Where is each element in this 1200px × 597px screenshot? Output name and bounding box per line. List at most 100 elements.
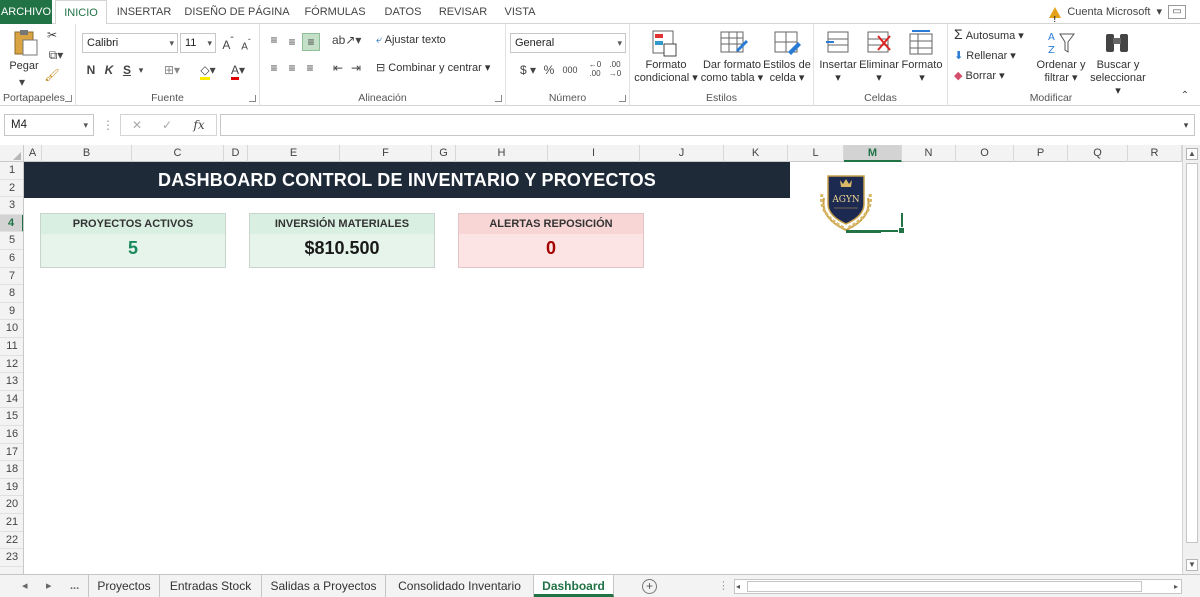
row-header[interactable]: 8	[0, 285, 23, 303]
scroll-left-icon[interactable]: ◂	[736, 580, 740, 593]
decrease-indent-icon[interactable]: ⇤	[330, 60, 346, 76]
tab-archivo[interactable]: ARCHIVO	[0, 0, 52, 24]
restore-icon[interactable]: ▭	[1168, 5, 1186, 19]
row-header[interactable]: 5	[0, 232, 23, 250]
conditional-format-button[interactable]: Formato condicional ▾	[632, 59, 700, 85]
column-header[interactable]: Q	[1068, 145, 1128, 162]
format-painter-icon[interactable]: 🖌	[44, 67, 60, 83]
format-button[interactable]: Formato ▾	[900, 59, 944, 85]
row-header[interactable]: 22	[0, 532, 23, 550]
sheet-tab-salidas-proyectos[interactable]: Salidas a Proyectos	[262, 575, 386, 597]
autosum-button[interactable]: Σ Autosuma ▾	[954, 27, 1024, 43]
row-header[interactable]: 3	[0, 197, 23, 215]
increase-decimal-icon[interactable]: ←0.00	[586, 60, 604, 78]
add-sheet-icon[interactable]: +	[642, 579, 657, 594]
tab-split-icon[interactable]: ⋮	[718, 578, 729, 594]
row-header[interactable]: 13	[0, 373, 23, 391]
grow-font-icon[interactable]: Aˆ	[220, 34, 236, 53]
alignment-launcher-icon[interactable]	[495, 95, 502, 102]
italic-button[interactable]: K	[102, 62, 116, 78]
column-header[interactable]: P	[1014, 145, 1068, 162]
tab-formulas[interactable]: FÓRMULAS	[298, 0, 372, 24]
row-header[interactable]: 20	[0, 496, 23, 514]
row-header[interactable]: 7	[0, 268, 23, 286]
row-header[interactable]: 6	[0, 250, 23, 268]
tab-diseno-pagina[interactable]: DISEÑO DE PÁGINA	[182, 0, 292, 24]
active-cell-selection[interactable]	[846, 213, 905, 234]
row-header[interactable]: 19	[0, 479, 23, 497]
copy-icon[interactable]: ⧉▾	[44, 47, 68, 63]
row-header[interactable]: 2	[0, 180, 23, 198]
sheet-tab-dashboard[interactable]: Dashboard	[534, 575, 614, 597]
scroll-up-icon[interactable]: ▲	[1186, 148, 1198, 160]
percent-button[interactable]: %	[542, 62, 556, 78]
cell-styles-button[interactable]: Estilos de celda ▾	[762, 59, 812, 85]
column-header[interactable]: L	[788, 145, 844, 162]
align-right-icon[interactable]: ≡	[302, 60, 318, 76]
tab-revisar[interactable]: REVISAR	[434, 0, 492, 24]
column-header[interactable]: O	[956, 145, 1014, 162]
sheet-tab-entradas-stock[interactable]: Entradas Stock	[160, 575, 262, 597]
sheet-tab-consolidado-inventario[interactable]: Consolidado Inventario	[386, 575, 534, 597]
vertical-scrollbar[interactable]: ▲ ▼	[1182, 145, 1200, 574]
thousands-button[interactable]: 000	[560, 62, 580, 78]
delete-button[interactable]: Eliminar ▾	[858, 59, 900, 85]
tab-insertar[interactable]: INSERTAR	[112, 0, 176, 24]
cut-icon[interactable]: ✂	[44, 27, 60, 43]
row-header[interactable]: 16	[0, 426, 23, 444]
next-sheet-icon[interactable]: ▸	[46, 578, 52, 594]
column-header[interactable]: R	[1128, 145, 1182, 162]
sort-filter-button[interactable]: Ordenar y filtrar ▾	[1034, 59, 1088, 85]
column-header[interactable]: B	[42, 145, 132, 162]
insert-function-icon[interactable]: fx	[189, 117, 209, 133]
scroll-thumb[interactable]	[1186, 163, 1198, 543]
column-header[interactable]: F	[340, 145, 432, 162]
cancel-icon[interactable]: ✕	[129, 117, 145, 133]
column-header[interactable]: N	[902, 145, 956, 162]
name-box[interactable]: M4	[4, 114, 94, 136]
column-header[interactable]: E	[248, 145, 340, 162]
clear-button[interactable]: ◆ Borrar ▾	[954, 70, 1005, 83]
tab-inicio[interactable]: INICIO	[55, 0, 107, 25]
bold-button[interactable]: N	[84, 62, 98, 78]
decrease-decimal-icon[interactable]: .00 →0	[606, 60, 624, 78]
merge-center-button[interactable]: ⊟ Combinar y centrar ▾	[376, 62, 490, 75]
kpi-restock-alerts[interactable]: ALERTAS REPOSICIÓN 0	[458, 213, 644, 268]
horizontal-scrollbar[interactable]: ◂ ▸	[734, 579, 1182, 594]
more-sheets-button[interactable]: ...	[70, 578, 79, 594]
hscroll-thumb[interactable]	[747, 581, 1142, 592]
scroll-down-icon[interactable]: ▼	[1186, 559, 1198, 571]
font-size-select[interactable]: 11	[180, 33, 216, 53]
column-header[interactable]: I	[548, 145, 640, 162]
row-header[interactable]: 18	[0, 461, 23, 479]
fill-color-icon[interactable]: ◇▾	[196, 62, 220, 80]
column-header[interactable]: H	[456, 145, 548, 162]
align-left-icon[interactable]: ≡	[266, 60, 282, 76]
increase-indent-icon[interactable]: ⇥	[348, 60, 364, 76]
row-header[interactable]: 10	[0, 320, 23, 338]
sheet-tab-proyectos[interactable]: Proyectos	[88, 575, 160, 597]
align-middle-icon[interactable]: ≡	[284, 34, 300, 50]
currency-button[interactable]: $ ▾	[514, 62, 542, 78]
kpi-active-projects[interactable]: PROYECTOS ACTIVOS 5	[40, 213, 226, 268]
column-header[interactable]: C	[132, 145, 224, 162]
paste-button[interactable]: Pegar	[4, 60, 44, 73]
row-header[interactable]: 21	[0, 514, 23, 532]
prev-sheet-icon[interactable]: ◂	[22, 578, 28, 594]
column-header[interactable]: K	[724, 145, 788, 162]
row-header[interactable]: 23	[0, 549, 23, 567]
fill-button[interactable]: ⬇ Rellenar ▾	[954, 50, 1016, 63]
tab-vista[interactable]: VISTA	[498, 0, 542, 24]
number-launcher-icon[interactable]	[619, 95, 626, 102]
formula-input[interactable]	[220, 114, 1195, 136]
tab-datos[interactable]: DATOS	[378, 0, 428, 24]
row-header[interactable]: 9	[0, 303, 23, 321]
font-launcher-icon[interactable]	[249, 95, 256, 102]
orientation-icon[interactable]: ab↗▾	[332, 32, 361, 48]
clipboard-launcher-icon[interactable]	[65, 95, 72, 102]
font-color-icon[interactable]: A▾	[226, 62, 250, 80]
align-bottom-icon[interactable]: ≡	[302, 33, 320, 51]
font-name-select[interactable]: Calibri	[82, 33, 178, 53]
collapse-ribbon-icon[interactable]: ⌃	[1178, 88, 1192, 104]
row-header[interactable]: 14	[0, 391, 23, 409]
